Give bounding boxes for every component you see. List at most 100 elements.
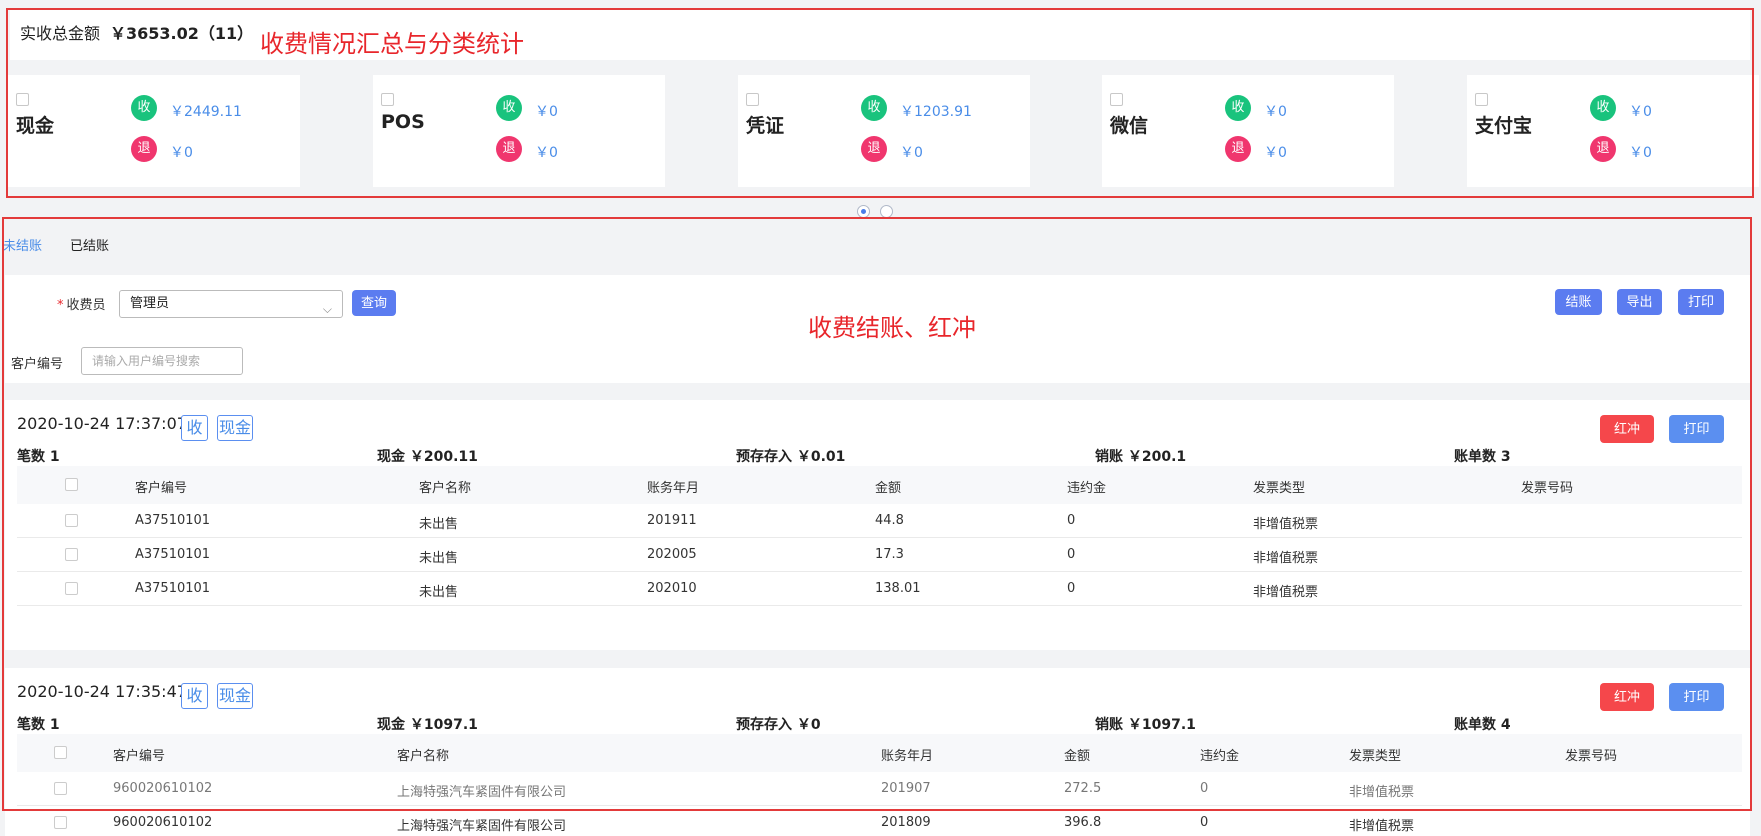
row-checkbox[interactable] <box>65 514 78 527</box>
summary-total: 实收总金额 ￥3653.02（11） <box>20 20 253 44</box>
summary-annotation: 收费情况汇总与分类统计 <box>260 30 524 58</box>
refund-icon: 退 <box>131 136 157 162</box>
card-checkbox[interactable] <box>1475 93 1488 106</box>
refund-amount: ￥0 <box>535 145 558 161</box>
filter-panel: *收费员 管理员 ⌵ 查询 客户编号 收费结账、红冲 结账 导出 打印 <box>5 275 1750 383</box>
cell-customer-id: 960020610102 <box>113 781 213 796</box>
col-penalty: 违约金 <box>1200 749 1240 764</box>
record-print-button[interactable]: 打印 <box>1669 415 1724 443</box>
stat-cash: 现金 ￥1097.1 <box>377 717 478 733</box>
summary-title-label: 实收总金额 <box>20 24 101 43</box>
select-all-checkbox[interactable] <box>54 746 67 759</box>
carousel-dot-2[interactable] <box>880 205 893 218</box>
refund-icon: 退 <box>1225 136 1251 162</box>
stat-prestore: 预存存入 ￥0.01 <box>736 449 846 465</box>
export-button[interactable]: 导出 <box>1617 289 1662 315</box>
cell-penalty: 0 <box>1200 781 1209 796</box>
cell-customer-name: 上海特强汽车紧固件有限公司 <box>397 819 567 834</box>
record-tag-method: 现金 <box>217 683 253 709</box>
select-all-checkbox[interactable] <box>65 478 78 491</box>
cell-invoice-type: 非增值税票 <box>1253 551 1319 566</box>
cashier-select[interactable]: 管理员 ⌵ <box>119 290 343 318</box>
customer-search-input[interactable] <box>81 347 243 375</box>
table-row[interactable]: A37510101 未出售 202010 138.01 0 非增值税票 <box>17 572 1742 606</box>
table-row[interactable]: A37510101 未出售 202005 17.3 0 非增值税票 <box>17 538 1742 572</box>
cell-invoice-type: 非增值税票 <box>1349 819 1415 834</box>
card-checkbox[interactable] <box>746 93 759 106</box>
row-checkbox[interactable] <box>54 782 67 795</box>
refund-amount: ￥0 <box>1264 145 1287 161</box>
card-checkbox[interactable] <box>16 93 29 106</box>
cell-customer-id: A37510101 <box>135 547 211 562</box>
reverse-button[interactable]: 红冲 <box>1600 415 1654 443</box>
cell-customer-name: 未出售 <box>419 585 459 600</box>
income-amount: ￥0 <box>1629 104 1652 120</box>
col-invoice-type: 发票类型 <box>1253 481 1306 496</box>
refund-icon: 退 <box>1590 136 1616 162</box>
reverse-button[interactable]: 红冲 <box>1600 683 1654 711</box>
col-billing-month: 账务年月 <box>881 749 934 764</box>
row-checkbox[interactable] <box>54 816 67 829</box>
cell-amount: 396.8 <box>1064 815 1102 830</box>
refund-icon: 退 <box>496 136 522 162</box>
record-tag-method: 现金 <box>217 415 253 441</box>
settlement-record: 2020-10-24 17:35:47 收 现金 红冲 打印 笔数 1 现金 ￥… <box>5 668 1750 836</box>
chevron-down-icon: ⌵ <box>322 302 332 316</box>
income-icon: 收 <box>1225 95 1251 121</box>
payment-cards: 现金 收 ￥2449.11 退 ￥0 POS 收 ￥0 退 ￥0 凭证 收 ￥1… <box>0 75 1761 187</box>
income-icon: 收 <box>496 95 522 121</box>
income-amount: ￥1203.91 <box>900 104 972 120</box>
cell-customer-name: 未出售 <box>419 551 459 566</box>
cell-invoice-type: 非增值税票 <box>1253 585 1319 600</box>
table-row[interactable]: 960020610102 上海特强汽车紧固件有限公司 201907 272.5 … <box>17 772 1742 806</box>
cell-amount: 272.5 <box>1064 781 1102 796</box>
col-billing-month: 账务年月 <box>647 481 700 496</box>
summary-total-value: ￥3653.02（11） <box>110 24 254 43</box>
table-row[interactable]: A37510101 未出售 201911 44.8 0 非增值税票 <box>17 504 1742 538</box>
settlement-tabs: 未结账 已结账 <box>0 225 1761 275</box>
col-customer-id: 客户编号 <box>135 481 188 496</box>
card-checkbox[interactable] <box>1110 93 1123 106</box>
settlement-record: 2020-10-24 17:37:07 收 现金 红冲 打印 笔数 1 现金 ￥… <box>5 400 1750 650</box>
refund-icon: 退 <box>861 136 887 162</box>
card-name: 支付宝 <box>1475 115 1533 137</box>
cell-customer-name: 上海特强汽车紧固件有限公司 <box>397 785 567 800</box>
cell-customer-id: A37510101 <box>135 581 211 596</box>
cell-billing-month: 202010 <box>647 581 697 596</box>
card-name: 现金 <box>16 115 55 137</box>
stat-writeoff: 销账 ￥1097.1 <box>1095 717 1196 733</box>
col-invoice-type: 发票类型 <box>1349 749 1402 764</box>
col-customer-id: 客户编号 <box>113 749 166 764</box>
row-checkbox[interactable] <box>65 582 78 595</box>
cell-invoice-type: 非增值税票 <box>1349 785 1415 800</box>
cell-customer-name: 未出售 <box>419 517 459 532</box>
cell-amount: 138.01 <box>875 581 921 596</box>
stat-bills: 账单数 4 <box>1454 717 1511 733</box>
tab-unsettled[interactable]: 未结账 <box>3 235 42 254</box>
record-time: 2020-10-24 17:37:07 <box>17 414 187 433</box>
settlement-annotation: 收费结账、红冲 <box>808 314 976 342</box>
cashier-label: * 收费员 <box>57 294 106 313</box>
query-button[interactable]: 查询 <box>352 290 396 316</box>
card-checkbox[interactable] <box>381 93 394 106</box>
row-checkbox[interactable] <box>65 548 78 561</box>
required-mark: * <box>57 298 64 313</box>
record-tag-type: 收 <box>181 415 208 441</box>
income-amount: ￥0 <box>535 104 558 120</box>
cell-penalty: 0 <box>1200 815 1209 830</box>
cashier-select-value: 管理员 <box>130 296 170 311</box>
settle-button[interactable]: 结账 <box>1555 289 1602 315</box>
table-header: 客户编号 客户名称 账务年月 金额 违约金 发票类型 发票号码 <box>17 734 1742 772</box>
income-amount: ￥2449.11 <box>170 104 242 120</box>
print-all-button[interactable]: 打印 <box>1678 289 1724 315</box>
customer-label: 客户编号 <box>11 357 64 372</box>
record-time: 2020-10-24 17:35:47 <box>17 682 187 701</box>
table-row[interactable]: 960020610102 上海特强汽车紧固件有限公司 201809 396.8 … <box>17 806 1742 836</box>
tab-settled[interactable]: 已结账 <box>70 235 109 254</box>
cell-penalty: 0 <box>1067 547 1076 562</box>
stat-prestore: 预存存入 ￥0 <box>736 717 821 733</box>
record-print-button[interactable]: 打印 <box>1669 683 1724 711</box>
income-amount: ￥0 <box>1264 104 1287 120</box>
carousel-dot-1[interactable] <box>857 205 870 218</box>
col-invoice-number: 发票号码 <box>1565 749 1618 764</box>
